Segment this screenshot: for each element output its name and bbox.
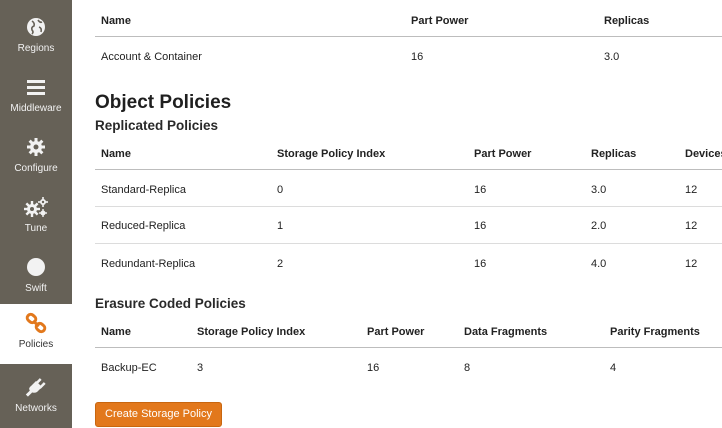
table-cell: 12: [685, 184, 698, 196]
table-cell: 16: [411, 51, 424, 63]
column-header: Devices: [685, 148, 722, 160]
column-header: Replicas: [604, 15, 650, 27]
table-cell: 16: [367, 362, 380, 374]
sidebar-item-label: Networks: [15, 403, 57, 414]
column-header: Storage Policy Index: [197, 326, 306, 338]
chain-link-icon: [25, 310, 47, 336]
column-header: Part Power: [367, 326, 425, 338]
column-header: Part Power: [411, 15, 469, 27]
table-cell: 8: [464, 362, 471, 374]
divider: [95, 206, 722, 207]
table-cell: 4: [610, 362, 617, 374]
sidebar-item-networks[interactable]: Networks: [0, 368, 72, 428]
sidebar-item-policies[interactable]: Policies: [0, 304, 72, 364]
sidebar-item-tune[interactable]: Tune: [0, 188, 72, 248]
sidebar-item-label: Configure: [14, 163, 58, 174]
table-cell: 2: [277, 258, 284, 270]
sidebar-item-middleware[interactable]: Middleware: [0, 68, 72, 128]
gear-icon: [26, 134, 46, 160]
divider: [95, 36, 722, 37]
sidebar-item-label: Swift: [25, 283, 47, 294]
table-cell: 3: [197, 362, 204, 374]
table-cell: Account & Container: [101, 51, 202, 63]
table-cell: Reduced-Replica: [101, 220, 186, 232]
table-cell: 12: [685, 220, 698, 232]
sidebar: Regions Middleware Configure Tune Swift …: [0, 0, 72, 428]
gears-icon: [23, 194, 49, 220]
table-cell: Redundant-Replica: [101, 258, 196, 270]
column-header: Parity Fragments: [610, 326, 700, 338]
column-header: Replicas: [591, 148, 637, 160]
menu-icon: [26, 74, 46, 100]
column-header: Name: [101, 326, 131, 338]
table-cell: Standard-Replica: [101, 184, 186, 196]
sidebar-item-label: Middleware: [10, 103, 62, 114]
sidebar-item-label: Tune: [24, 223, 48, 234]
sidebar-item-swift[interactable]: Swift: [0, 248, 72, 308]
page-title: Object Policies: [95, 92, 232, 113]
divider: [95, 243, 722, 244]
table-cell: 12: [685, 258, 698, 270]
column-header: Name: [101, 15, 131, 27]
section-title: Replicated Policies: [95, 118, 219, 133]
table-cell: 16: [474, 258, 487, 270]
sidebar-item-label: Policies: [18, 339, 54, 350]
table-cell: 2.0: [591, 220, 607, 232]
divider: [95, 347, 722, 348]
sidebar-item-configure[interactable]: Configure: [0, 128, 72, 188]
sidebar-item-regions[interactable]: Regions: [0, 8, 72, 68]
table-cell: Backup-EC: [101, 362, 157, 374]
divider: [95, 169, 722, 170]
table-cell: 16: [474, 220, 487, 232]
table-cell: 1: [277, 220, 284, 232]
main-content: Name Part Power Replicas Account & Conta…: [72, 0, 722, 428]
section-title: Erasure Coded Policies: [95, 296, 246, 311]
sidebar-item-label: Regions: [17, 43, 55, 54]
table-cell: 0: [277, 184, 284, 196]
table-cell: 3.0: [591, 184, 607, 196]
table-cell: 16: [474, 184, 487, 196]
column-header: Data Fragments: [464, 326, 548, 338]
column-header: Name: [101, 148, 131, 160]
table-cell: 3.0: [604, 51, 620, 63]
table-cell: 4.0: [591, 258, 607, 270]
create-storage-policy-button[interactable]: Create Storage Policy: [95, 402, 222, 427]
plug-icon: [25, 374, 47, 400]
circle-icon: [26, 254, 46, 280]
globe-icon: [26, 14, 46, 40]
column-header: Storage Policy Index: [277, 148, 386, 160]
column-header: Part Power: [474, 148, 532, 160]
